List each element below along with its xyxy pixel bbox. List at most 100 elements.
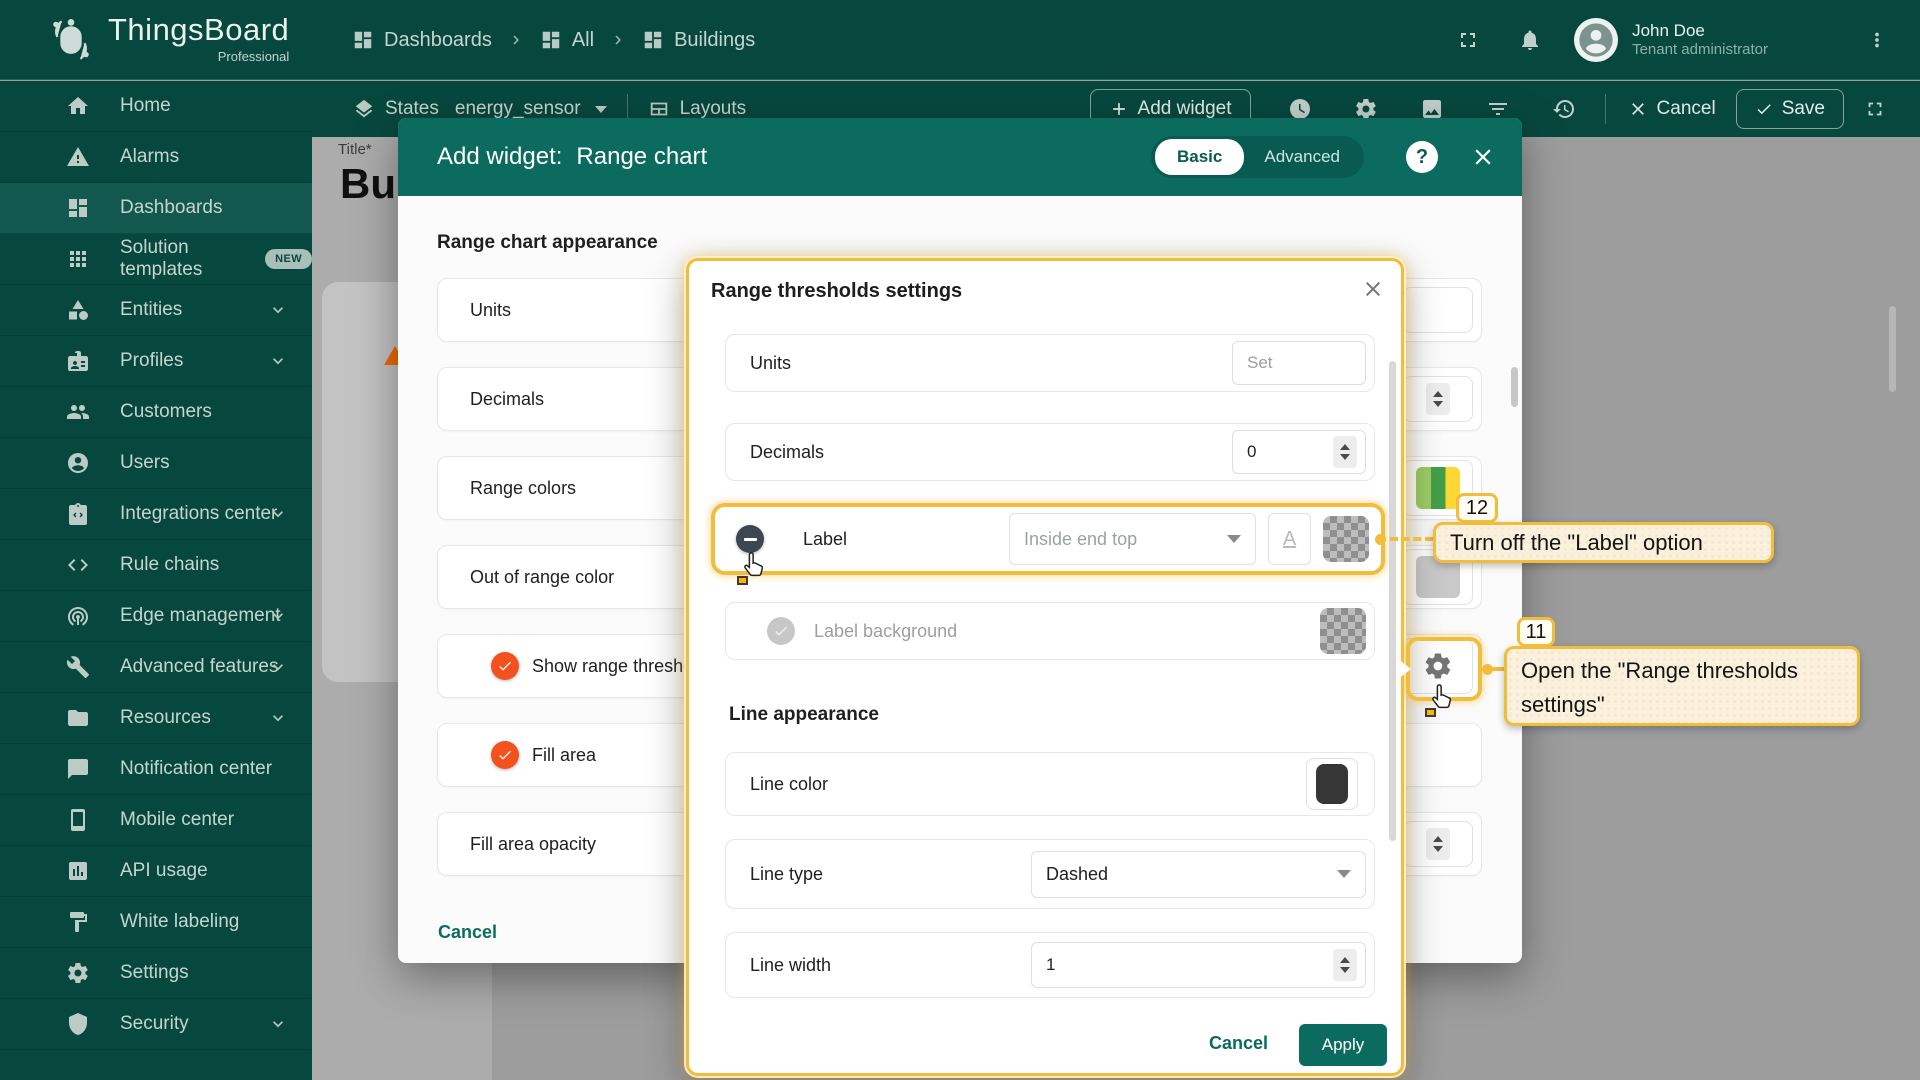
- sidebar-item-white-labeling[interactable]: White labeling: [0, 897, 312, 948]
- dialog-scrollbar-thumb[interactable]: [1389, 361, 1396, 841]
- sidebar-item-api-usage[interactable]: API usage: [0, 846, 312, 897]
- sidebar-item-notification-center[interactable]: Notification center: [0, 744, 312, 795]
- chevron-down-icon: [268, 504, 288, 524]
- units-placeholder: Set: [1247, 353, 1273, 373]
- sidebar-item-security[interactable]: Security: [0, 999, 312, 1050]
- more-menu-icon[interactable]: [1866, 29, 1888, 51]
- modal-scrollbar-thumb[interactable]: [1511, 367, 1518, 407]
- version-history-icon[interactable]: [1552, 97, 1576, 121]
- number-stepper[interactable]: [1403, 821, 1473, 867]
- dialog-close-icon[interactable]: [1361, 277, 1385, 301]
- avatar[interactable]: [1574, 18, 1618, 62]
- dialog-cancel-button[interactable]: Cancel: [1209, 1033, 1268, 1054]
- gear-icon: [66, 961, 90, 985]
- entities-icon: [66, 298, 90, 322]
- sidebar-item-label: Security: [120, 1013, 189, 1035]
- units-label: Units: [750, 353, 791, 374]
- phone-icon: [66, 808, 90, 832]
- states-control[interactable]: States energy_sensor: [353, 98, 607, 120]
- sidebar-item-resources[interactable]: Resources: [0, 693, 312, 744]
- sidebar-item-advanced-features[interactable]: Advanced features: [0, 642, 312, 693]
- label-toggle[interactable]: [739, 531, 781, 547]
- dashboard-title-field-label: Title*: [338, 141, 372, 158]
- sidebar-item-settings[interactable]: Settings: [0, 948, 312, 999]
- modal-close-icon[interactable]: [1470, 144, 1496, 170]
- sidebar-item-customers[interactable]: Customers: [0, 387, 312, 438]
- label-background-label: Label background: [814, 621, 957, 642]
- sidebar-item-label: Entities: [120, 299, 182, 321]
- fullscreen-icon[interactable]: [1864, 98, 1886, 120]
- sidebar-item-rule-chains[interactable]: Rule chains: [0, 540, 312, 591]
- layouts-button[interactable]: Layouts: [648, 98, 747, 120]
- page-scrollbar-thumb[interactable]: [1889, 306, 1896, 392]
- annotation-step-12-badge: 12: [1456, 493, 1498, 523]
- annotation-connector-dash: [1390, 537, 1433, 541]
- line-type-label: Line type: [750, 864, 823, 885]
- sidebar-item-label: API usage: [120, 860, 208, 882]
- sidebar-item-label: Mobile center: [120, 809, 234, 831]
- brand-edition: Professional: [108, 49, 289, 64]
- chevron-down-icon: [268, 1014, 288, 1034]
- help-button[interactable]: ?: [1406, 141, 1438, 173]
- sidebar-item-solution-templates[interactable]: Solution templates NEW: [0, 234, 312, 285]
- chevron-down-icon: [268, 606, 288, 626]
- states-layers-icon: [353, 98, 375, 120]
- check-icon: [497, 747, 513, 763]
- toggle-thumb-check-icon: [767, 617, 795, 645]
- cancel-edit-button[interactable]: Cancel: [1628, 98, 1716, 120]
- label-row-highlighted: Label Inside end top A: [711, 503, 1385, 575]
- brand-logo[interactable]: ThingsBoard Professional: [44, 12, 289, 66]
- state-select-value[interactable]: energy_sensor: [455, 98, 581, 120]
- setting-label: Units: [470, 300, 511, 321]
- sidebar-item-mobile-center[interactable]: Mobile center: [0, 795, 312, 846]
- line-color-swatch[interactable]: [1306, 758, 1358, 810]
- chevron-down-icon: [268, 351, 288, 371]
- d_apply-button[interactable]: Apply: [1299, 1024, 1387, 1066]
- sidebar-item-edge-management[interactable]: Edge management: [0, 591, 312, 642]
- apps-icon: [66, 247, 90, 271]
- modal-cancel-button[interactable]: Cancel: [438, 922, 497, 943]
- line-width-input[interactable]: 1: [1031, 942, 1366, 988]
- line-type-row: Line type Dashed: [725, 839, 1375, 909]
- sidebar-item-dashboards[interactable]: Dashboards: [0, 183, 312, 234]
- tab-advanced[interactable]: Advanced: [1244, 139, 1360, 175]
- paint-icon: [66, 910, 90, 934]
- sidebar-item-users[interactable]: Users: [0, 438, 312, 489]
- select-caret-icon: [1227, 535, 1241, 543]
- save-button[interactable]: Save: [1736, 89, 1844, 129]
- decimals-input[interactable]: 0: [1232, 430, 1366, 474]
- toggle-on[interactable]: [470, 746, 516, 764]
- person-icon: [66, 451, 90, 475]
- hand-cursor: [740, 549, 770, 583]
- number-stepper[interactable]: [1403, 376, 1473, 422]
- fullscreen-icon[interactable]: [1456, 28, 1480, 52]
- line-type-select[interactable]: Dashed: [1031, 851, 1366, 898]
- breadcrumb-all[interactable]: All: [540, 29, 594, 52]
- decimals-stepper[interactable]: [1333, 436, 1357, 468]
- breadcrumb-dashboards[interactable]: Dashboards: [352, 29, 492, 52]
- breadcrumb-separator-icon: [507, 31, 525, 49]
- tab-basic[interactable]: Basic: [1155, 139, 1244, 175]
- user-role: Tenant administrator: [1632, 41, 1768, 60]
- toggle-on[interactable]: [470, 657, 516, 675]
- notifications-bell-icon[interactable]: [1518, 28, 1542, 52]
- sidebar-item-label: Alarms: [120, 146, 179, 168]
- sidebar-item-alarms[interactable]: Alarms: [0, 132, 312, 183]
- sidebar-item-label: Edge management: [120, 605, 281, 627]
- toolbar-divider: [1605, 94, 1606, 124]
- sidebar-item-entities[interactable]: Entities: [0, 285, 312, 336]
- line-width-stepper[interactable]: [1333, 949, 1357, 981]
- hand-cursor: [1428, 681, 1458, 715]
- thingsboard-bug-logo-icon: [44, 12, 98, 66]
- range-thresholds-dialog: Range thresholds settings Units Set Deci…: [686, 258, 1404, 1076]
- line-type-value: Dashed: [1046, 864, 1108, 885]
- units-input[interactable]: Set: [1232, 341, 1366, 385]
- topbar-actions: John Doe Tenant administrator: [1456, 0, 1920, 80]
- sidebar-item-integrations-center[interactable]: Integrations center: [0, 489, 312, 540]
- units-setting-input[interactable]: [1403, 287, 1473, 333]
- sidebar-item-profiles[interactable]: Profiles: [0, 336, 312, 387]
- label-color-swatch[interactable]: [1323, 516, 1369, 562]
- breadcrumb-buildings[interactable]: Buildings: [642, 29, 755, 52]
- sidebar-item-home[interactable]: Home: [0, 81, 312, 132]
- label-font-button: A: [1268, 513, 1311, 565]
